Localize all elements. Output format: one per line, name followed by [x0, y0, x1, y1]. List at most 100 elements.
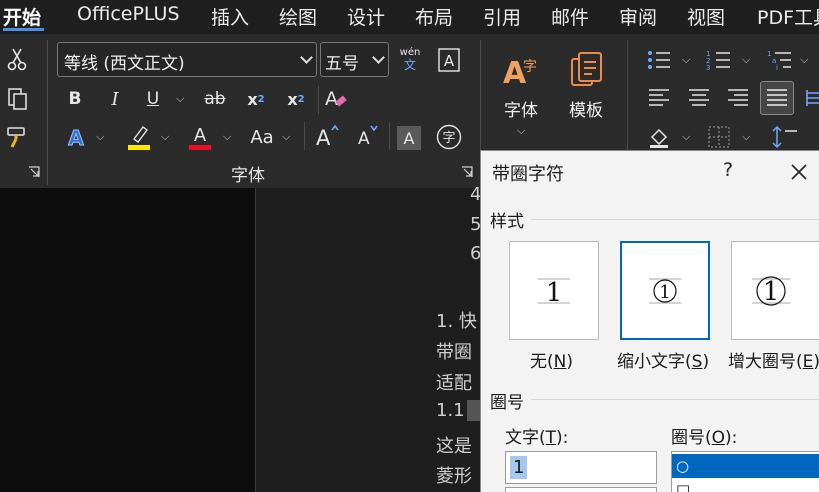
- tab-mailings[interactable]: 邮件: [551, 3, 589, 30]
- shading-icon[interactable]: [646, 124, 672, 150]
- enclosure-option-circle[interactable]: ○: [672, 454, 819, 478]
- section-divider: [531, 219, 819, 220]
- align-center-icon[interactable]: [685, 84, 713, 112]
- chevron-down-icon[interactable]: ⌵: [742, 53, 750, 67]
- subscript-icon[interactable]: x2: [243, 86, 269, 112]
- font-name-value: 等线 (西文正文): [64, 54, 185, 74]
- numbering-icon[interactable]: 123: [705, 46, 733, 74]
- help-button[interactable]: ?: [723, 159, 733, 181]
- align-left-icon[interactable]: [645, 84, 673, 112]
- style-label-none[interactable]: 无(N): [530, 347, 573, 372]
- distributed-icon[interactable]: [805, 84, 819, 112]
- font-big-icon[interactable]: A字: [500, 50, 544, 90]
- ribbon-separator: [318, 86, 319, 114]
- phonetic-guide-icon[interactable]: wén 文: [396, 44, 424, 74]
- align-right-icon[interactable]: [724, 84, 752, 112]
- tab-review[interactable]: 审阅: [619, 3, 657, 30]
- chevron-down-icon[interactable]: ⌵: [223, 130, 231, 144]
- chevron-down-icon[interactable]: ⌵: [682, 130, 690, 144]
- change-case-icon[interactable]: Aa: [247, 124, 277, 150]
- shrink-font-icon[interactable]: A: [354, 122, 382, 150]
- text-input[interactable]: 1: [505, 451, 657, 484]
- close-button[interactable]: [781, 154, 817, 190]
- character-border-icon[interactable]: A: [437, 47, 461, 73]
- copy-icon[interactable]: [5, 86, 29, 112]
- enclosure-list[interactable]: ○ □: [671, 451, 819, 492]
- bullets-icon[interactable]: [645, 46, 673, 74]
- font-color-icon[interactable]: A: [187, 122, 213, 152]
- underline-icon[interactable]: U: [141, 86, 165, 112]
- text-options-list[interactable]: [505, 487, 657, 492]
- chevron-down-icon[interactable]: ⌵: [96, 130, 104, 144]
- text-effects-icon[interactable]: A: [63, 124, 89, 150]
- style-label-shrink-text[interactable]: 缩小文字(S): [617, 347, 709, 372]
- line-spacing-icon[interactable]: [770, 124, 800, 150]
- tab-pdf-tools[interactable]: PDF工具: [757, 3, 819, 30]
- superscript-icon[interactable]: x2: [283, 86, 309, 112]
- character-shading-icon[interactable]: A: [397, 126, 421, 150]
- style-option-enlarge-symbol[interactable]: 1: [731, 241, 819, 340]
- chevron-down-icon[interactable]: ⌵: [176, 92, 184, 106]
- svg-text:A: A: [194, 125, 207, 146]
- template-icon[interactable]: [565, 48, 607, 90]
- document-margin: [0, 188, 255, 492]
- tab-home[interactable]: 开始: [3, 3, 41, 30]
- justify-icon[interactable]: [760, 81, 794, 115]
- tab-insert[interactable]: 插入: [211, 3, 249, 30]
- font-size-value: 五号: [325, 54, 359, 74]
- svg-text:字: 字: [442, 131, 455, 146]
- style-preview: 1: [538, 278, 570, 308]
- enclosure-option-square[interactable]: □: [672, 478, 819, 492]
- style-label-enlarge-symbol[interactable]: 增大圈号(E): [728, 347, 819, 372]
- style-preview: 1: [649, 278, 681, 303]
- chevron-down-icon[interactable]: ⌵: [800, 53, 808, 67]
- enclose-characters-dialog: 带圈字符 ? 样式 1 1 1 无(N) 缩小文字(S) 增大圈号(E) 圈号 …: [480, 150, 819, 492]
- svg-text:1: 1: [659, 282, 670, 303]
- svg-text:1: 1: [546, 278, 563, 308]
- template-big-label[interactable]: 模板: [569, 96, 603, 121]
- chevron-down-icon: [300, 51, 313, 64]
- chevron-down-icon[interactable]: ⌵: [282, 130, 290, 144]
- clipboard-launcher-icon[interactable]: [27, 165, 41, 179]
- font-big-label[interactable]: 字体: [504, 96, 538, 121]
- clear-formatting-icon[interactable]: A: [322, 84, 350, 112]
- phonetic-char: 文: [403, 57, 416, 72]
- chevron-down-icon[interactable]: ⌵: [682, 53, 690, 67]
- tab-officeplus[interactable]: OfficePLUS: [77, 3, 180, 25]
- style-option-shrink-text[interactable]: 1: [620, 241, 710, 340]
- chevron-down-icon[interactable]: ⌵: [742, 130, 750, 144]
- format-painter-icon[interactable]: [4, 124, 30, 150]
- tab-draw[interactable]: 绘图: [279, 3, 317, 30]
- ribbon-separator: [47, 40, 48, 185]
- ribbon-tab-bar: 开始 OfficePLUS 插入 绘图 设计 布局 引用 邮件 审阅 视图 PD…: [0, 0, 819, 34]
- font-size-dropdown[interactable]: 五号: [320, 42, 389, 77]
- font-dialog-launcher-icon[interactable]: [460, 165, 474, 179]
- highlight-color-icon[interactable]: [126, 122, 152, 152]
- tab-references[interactable]: 引用: [483, 3, 521, 30]
- tab-layout[interactable]: 布局: [415, 3, 453, 30]
- enclosure-field-label: 圈号(O):: [671, 428, 738, 448]
- active-tab-indicator: [3, 28, 44, 31]
- svg-text:A: A: [325, 88, 338, 110]
- multilevel-list-icon[interactable]: 1ai: [766, 46, 794, 74]
- chevron-down-icon[interactable]: ⌵: [161, 130, 169, 144]
- svg-text:A: A: [316, 126, 331, 149]
- font-name-dropdown[interactable]: 等线 (西文正文): [57, 42, 317, 77]
- subheading-number: 1.1: [436, 400, 465, 421]
- tab-view[interactable]: 视图: [687, 3, 725, 30]
- chevron-down-icon[interactable]: ⌵: [517, 124, 525, 138]
- svg-text:A: A: [358, 129, 370, 149]
- svg-text:3: 3: [706, 64, 710, 72]
- grow-font-icon[interactable]: A: [314, 122, 342, 150]
- strikethrough-icon[interactable]: ab: [201, 86, 229, 112]
- bold-icon[interactable]: B: [63, 86, 87, 112]
- tab-design[interactable]: 设计: [347, 3, 385, 30]
- heading-line: 1. 快: [436, 311, 477, 332]
- cut-icon[interactable]: [5, 46, 29, 72]
- body-line: 菱形: [436, 466, 472, 487]
- enclose-characters-icon[interactable]: 字: [436, 124, 462, 150]
- italic-icon[interactable]: I: [103, 86, 127, 112]
- body-line: 这是: [436, 436, 472, 457]
- style-option-none[interactable]: 1: [509, 241, 599, 340]
- borders-icon[interactable]: [706, 124, 732, 150]
